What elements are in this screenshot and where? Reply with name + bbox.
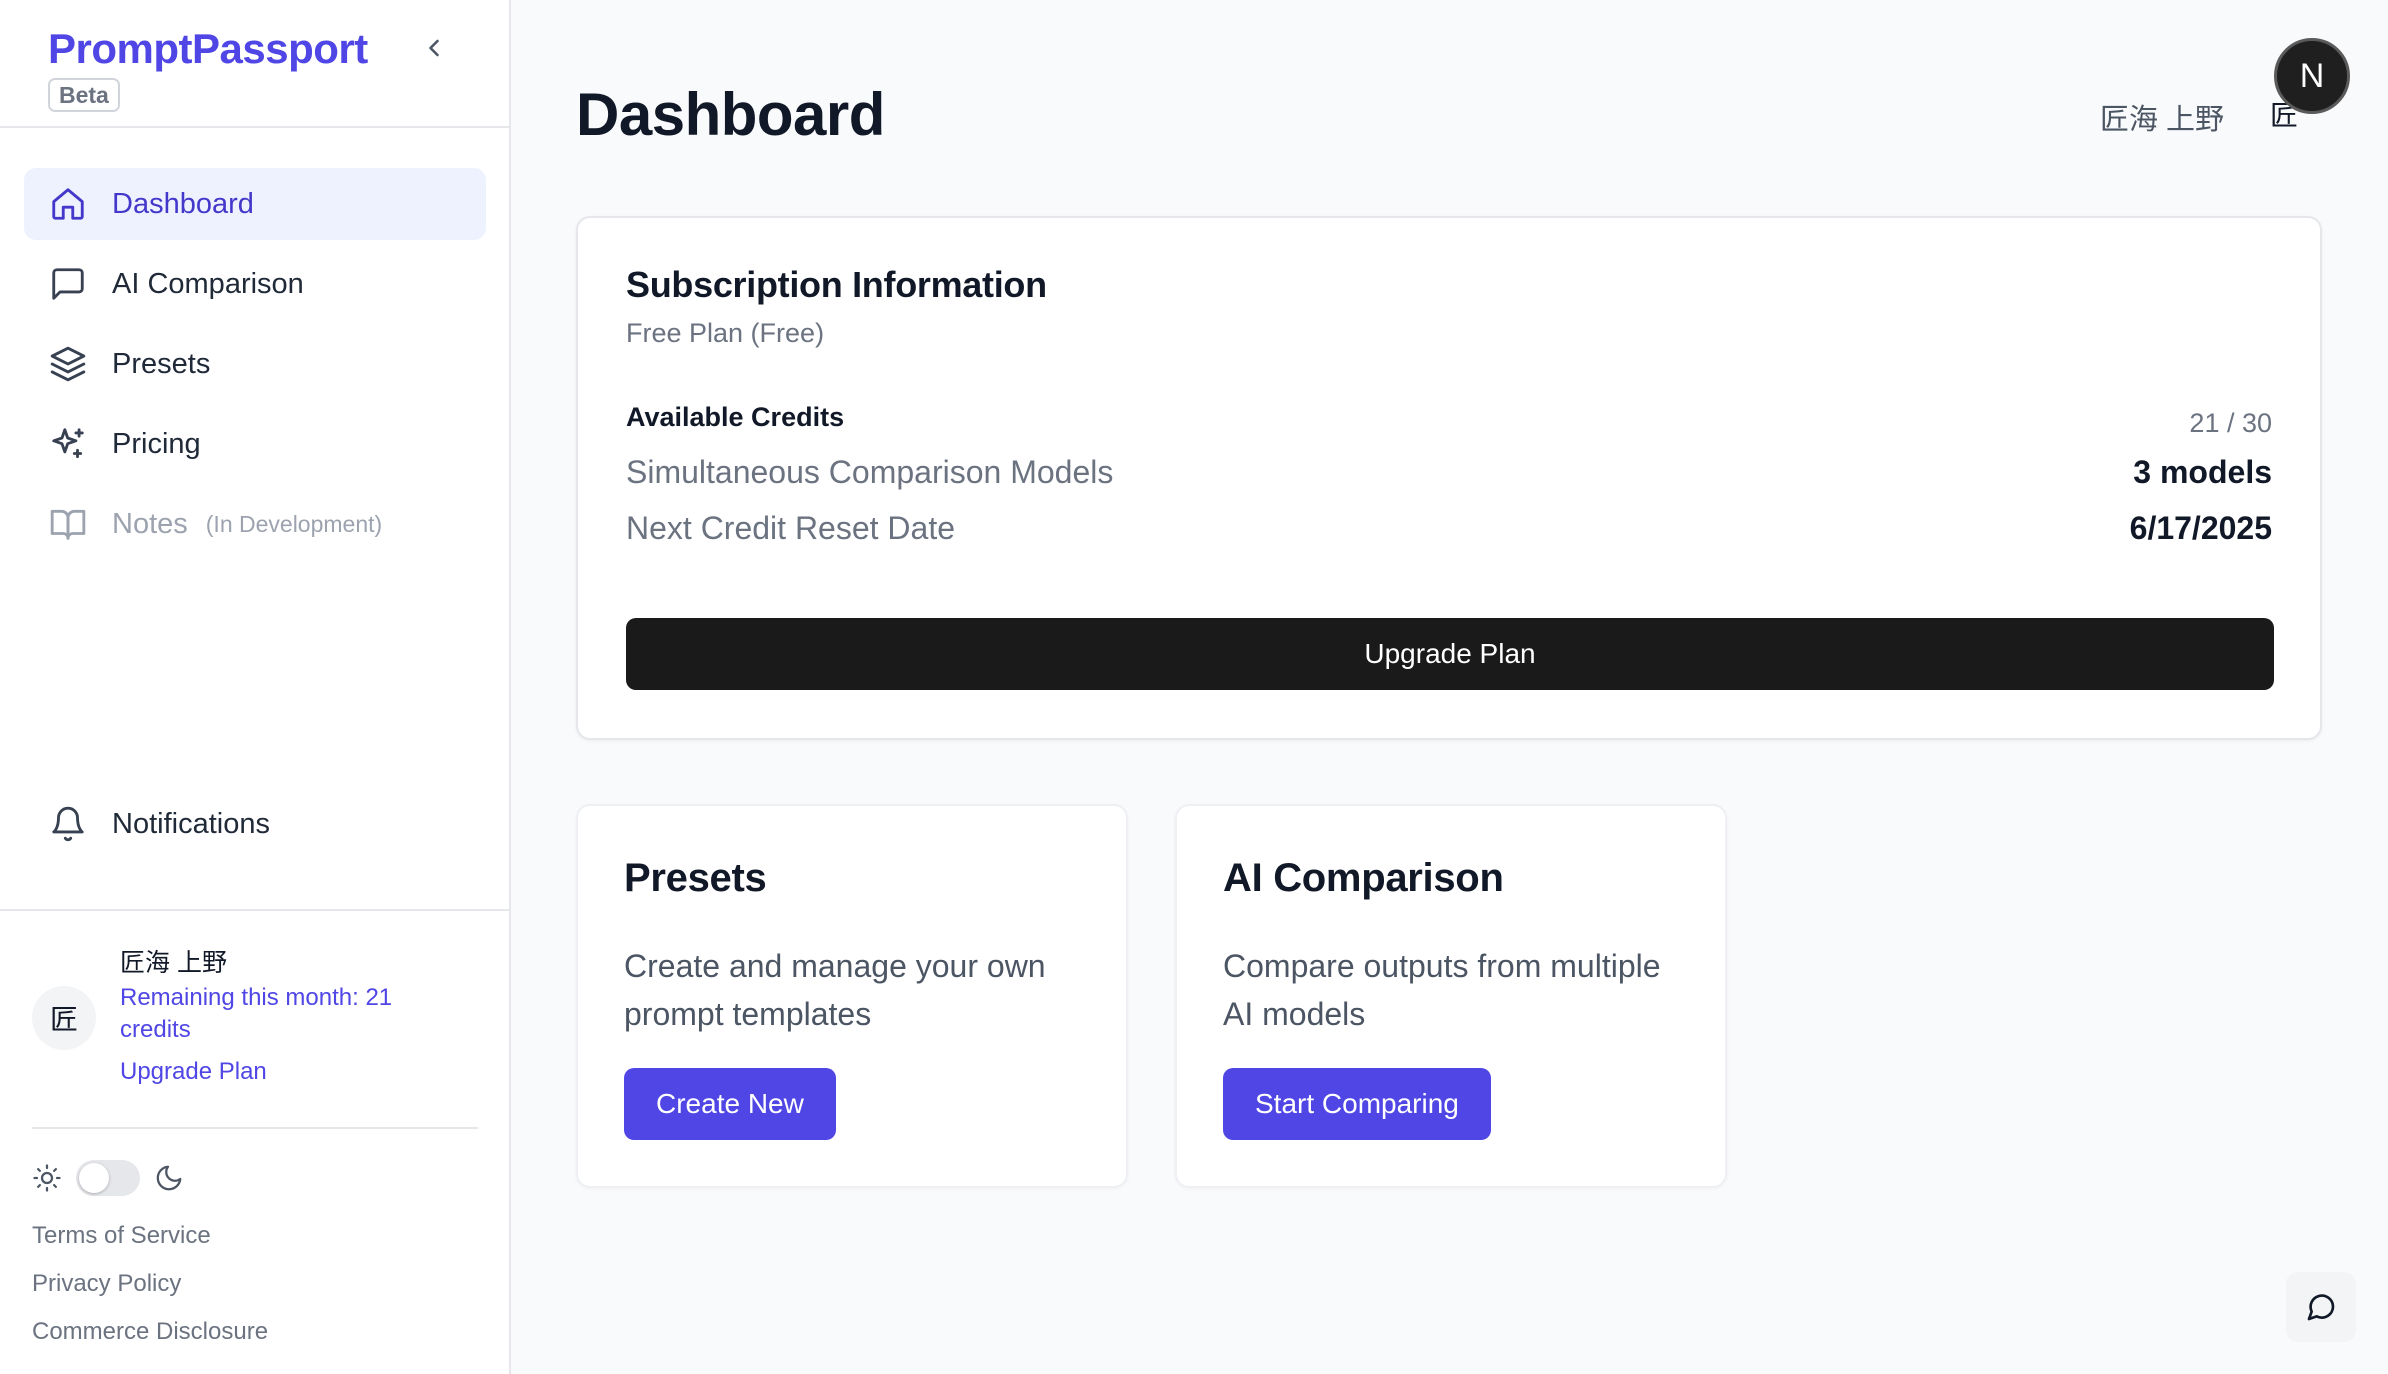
home-icon xyxy=(48,184,88,224)
sidebar-item-dashboard[interactable]: Dashboard xyxy=(24,168,486,240)
user-info: 匠海 上野 Remaining this month: 21 credits U… xyxy=(120,946,460,1088)
upgrade-plan-button[interactable]: Upgrade Plan xyxy=(626,618,2274,690)
brand-logo-text[interactable]: PromptPassport xyxy=(48,24,368,74)
presets-card: Presets Create and manage your own promp… xyxy=(576,804,1128,1188)
page-title: Dashboard xyxy=(576,81,885,148)
sidebar-item-notifications[interactable]: Notifications xyxy=(24,788,486,860)
available-credits-label: Available Credits xyxy=(626,402,845,432)
sidebar-item-notes: Notes (In Development) xyxy=(24,488,486,560)
sidebar-divider xyxy=(0,126,511,128)
brand: PromptPassport Beta xyxy=(48,24,368,112)
card-title: AI Comparison xyxy=(1223,856,1504,900)
collapse-sidebar-button[interactable] xyxy=(414,28,454,68)
theme-switcher xyxy=(32,1160,184,1196)
sidebar-divider xyxy=(32,1127,478,1129)
comparison-models-label: Simultaneous Comparison Models xyxy=(626,454,1114,490)
theme-toggle[interactable] xyxy=(76,1160,140,1196)
subscription-card: Subscription Information Free Plan (Free… xyxy=(576,216,2322,740)
sidebar-item-label: Presets xyxy=(112,347,211,380)
card-title: Presets xyxy=(624,856,767,900)
sidebar-divider xyxy=(0,909,511,911)
start-comparing-button[interactable]: Start Comparing xyxy=(1223,1068,1491,1140)
terms-of-service-link[interactable]: Terms of Service xyxy=(32,1212,268,1260)
layers-icon xyxy=(48,344,88,384)
sidebar-item-label: Notes xyxy=(112,507,188,540)
sidebar-item-label: Pricing xyxy=(112,427,201,460)
bell-icon xyxy=(48,804,88,844)
moon-icon xyxy=(156,1165,182,1191)
card-description: Create and manage your own prompt templa… xyxy=(624,948,1046,1032)
chevron-left-icon xyxy=(429,39,439,57)
sidebar: PromptPassport Beta Dashboard AI Compari… xyxy=(0,0,511,1374)
book-open-icon xyxy=(48,504,88,544)
reset-date-value: 6/17/2025 xyxy=(2129,510,2272,546)
sidebar-item-presets[interactable]: Presets xyxy=(24,328,486,400)
message-square-icon xyxy=(48,264,88,304)
avatar[interactable]: 匠 xyxy=(32,986,96,1050)
chat-button[interactable] xyxy=(2286,1272,2356,1342)
ai-comparison-card: AI Comparison Compare outputs from multi… xyxy=(1175,804,1727,1188)
sidebar-upgrade-plan-link[interactable]: Upgrade Plan xyxy=(120,1056,460,1088)
sidebar-item-pricing[interactable]: Pricing xyxy=(24,408,486,480)
comparison-models-value: 3 models xyxy=(2133,454,2272,490)
toggle-knob xyxy=(79,1163,109,1193)
plan-name: Free Plan (Free) xyxy=(626,318,825,348)
sidebar-notifications-section: Notifications xyxy=(24,788,486,868)
card-description: Compare outputs from multiple AI models xyxy=(1223,948,1661,1032)
footer-links: Terms of Service Privacy Policy Commerce… xyxy=(32,1212,268,1356)
sidebar-item-label: AI Comparison xyxy=(112,267,304,300)
sidebar-item-ai-comparison[interactable]: AI Comparison xyxy=(24,248,486,320)
subscription-title: Subscription Information xyxy=(626,264,1047,305)
reset-date-label: Next Credit Reset Date xyxy=(626,510,956,546)
privacy-policy-link[interactable]: Privacy Policy xyxy=(32,1260,268,1308)
available-credits-value: 21 / 30 xyxy=(2189,408,2272,438)
header-user-name: 匠海 上野 xyxy=(2100,104,2225,136)
n-badge[interactable]: N xyxy=(2274,38,2350,114)
sun-icon xyxy=(33,1164,61,1192)
sidebar-item-label: Dashboard xyxy=(112,187,254,220)
in-development-note: (In Development) xyxy=(205,510,383,537)
user-name: 匠海 上野 xyxy=(120,949,227,977)
remaining-credits-text: Remaining this month: 21 credits xyxy=(120,984,393,1043)
commerce-disclosure-link[interactable]: Commerce Disclosure xyxy=(32,1308,268,1356)
beta-badge: Beta xyxy=(48,78,120,112)
sidebar-item-label: Notifications xyxy=(112,807,270,840)
sidebar-nav: Dashboard AI Comparison Presets Pricing xyxy=(24,168,486,568)
message-circle-icon xyxy=(2307,1294,2335,1321)
sparkles-icon xyxy=(48,424,88,464)
create-new-button[interactable]: Create New xyxy=(624,1068,836,1140)
